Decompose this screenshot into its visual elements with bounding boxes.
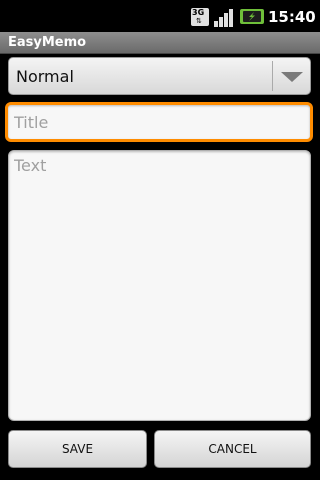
app-title-bar: EasyMemo bbox=[0, 32, 320, 54]
text-input[interactable] bbox=[14, 156, 304, 414]
chevron-down-icon bbox=[281, 72, 303, 82]
network-badge: 3G bbox=[192, 8, 205, 17]
network-3g-icon: 3G ⇅ bbox=[191, 8, 209, 26]
status-bar: 3G ⇅ 15:40 bbox=[0, 0, 320, 32]
battery-charging-icon bbox=[240, 9, 264, 24]
data-arrows-icon: ⇅ bbox=[196, 17, 202, 25]
app-title: EasyMemo bbox=[8, 35, 87, 50]
title-input[interactable] bbox=[14, 111, 304, 133]
priority-spinner-value: Normal bbox=[16, 67, 74, 86]
signal-icon bbox=[214, 9, 233, 27]
status-time: 15:40 bbox=[268, 8, 316, 26]
priority-spinner[interactable]: Normal bbox=[8, 57, 311, 95]
cancel-button[interactable]: CANCEL bbox=[154, 430, 311, 468]
title-field-frame bbox=[5, 102, 313, 142]
save-button[interactable]: SAVE bbox=[8, 430, 147, 468]
memo-form: Normal SAVE CANCEL bbox=[0, 54, 320, 480]
spinner-divider bbox=[272, 61, 273, 91]
text-field-frame bbox=[8, 150, 311, 421]
